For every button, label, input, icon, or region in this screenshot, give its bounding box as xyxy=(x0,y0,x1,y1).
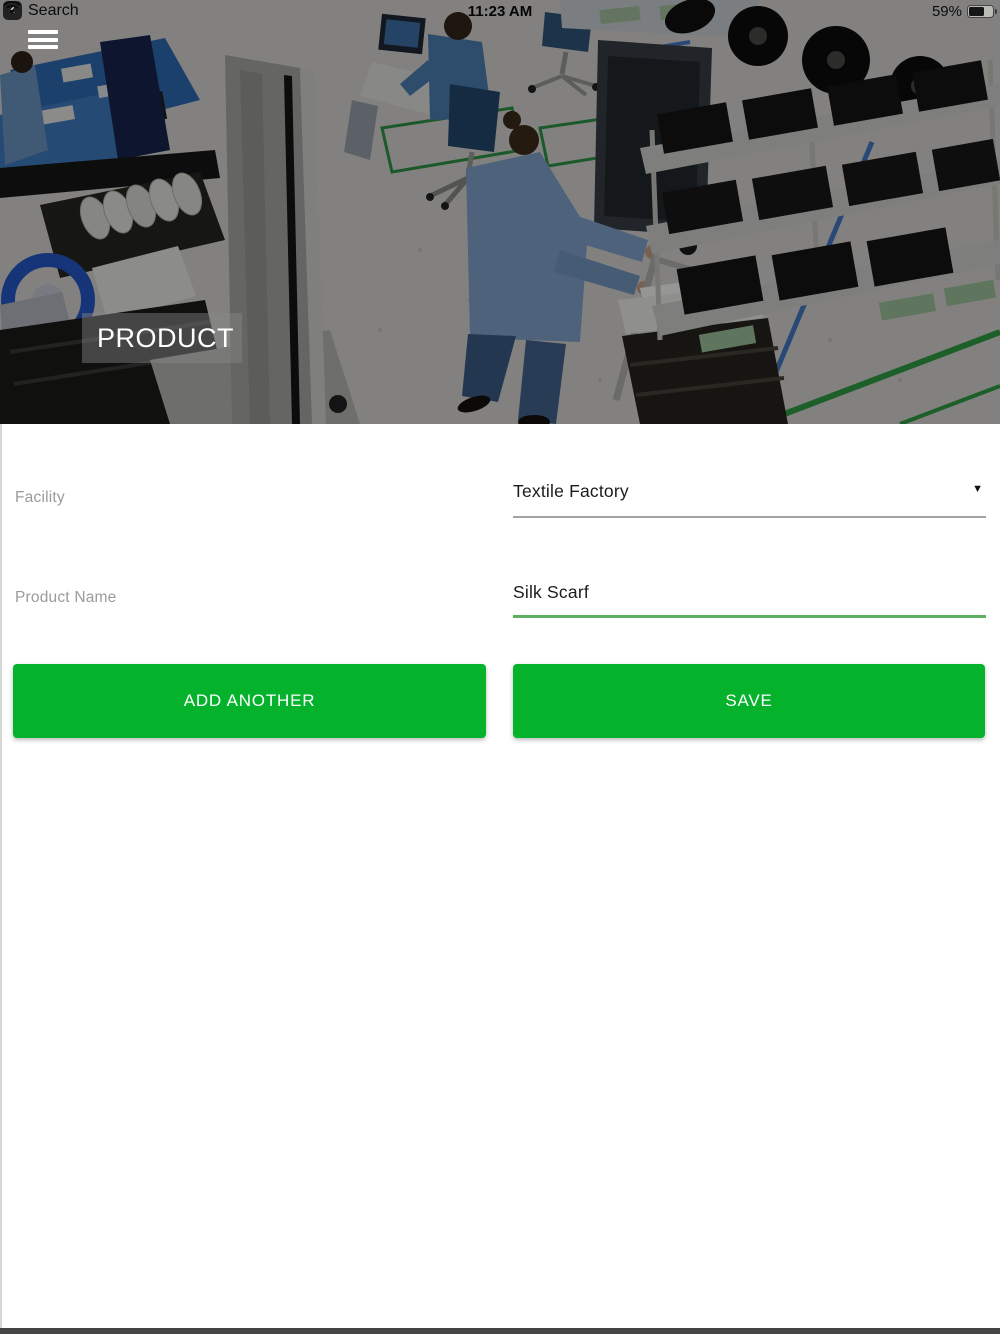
add-another-button[interactable]: ADD ANOTHER xyxy=(13,664,486,738)
dropdown-arrow-icon: ▼ xyxy=(972,483,983,495)
battery-icon xyxy=(967,5,997,18)
status-right: 59% xyxy=(931,3,997,20)
app-screen: ‹ Search 11:23 AM 59% PRODUCT Facility T… xyxy=(0,0,1000,1334)
left-edge-line xyxy=(0,424,2,1328)
product-name-input[interactable]: Silk Scarf xyxy=(513,580,986,618)
hamburger-icon xyxy=(28,37,58,42)
form-area: Facility Textile Factory ▼ Product Name … xyxy=(0,424,1000,1328)
facility-value: Textile Factory xyxy=(513,481,629,501)
hamburger-icon xyxy=(28,30,58,34)
facility-label: Facility xyxy=(15,489,65,506)
hamburger-icon xyxy=(28,45,58,49)
status-bar: ‹ Search 11:23 AM 59% xyxy=(0,0,1000,24)
save-button[interactable]: SAVE xyxy=(513,664,985,738)
page-title-box: PRODUCT xyxy=(82,313,242,364)
status-time: 11:23 AM xyxy=(467,3,533,20)
battery-percent: 59% xyxy=(931,3,962,20)
menu-button[interactable] xyxy=(28,30,58,49)
facility-select[interactable]: Textile Factory ▼ xyxy=(513,479,986,518)
battery-fill xyxy=(969,7,984,16)
product-name-label: Product Name xyxy=(15,589,117,606)
header-photo: ‹ Search 11:23 AM 59% PRODUCT xyxy=(0,0,1000,424)
bottom-edge-bar xyxy=(0,1328,1000,1334)
page-title: PRODUCT xyxy=(97,323,234,353)
product-name-value: Silk Scarf xyxy=(513,582,589,602)
